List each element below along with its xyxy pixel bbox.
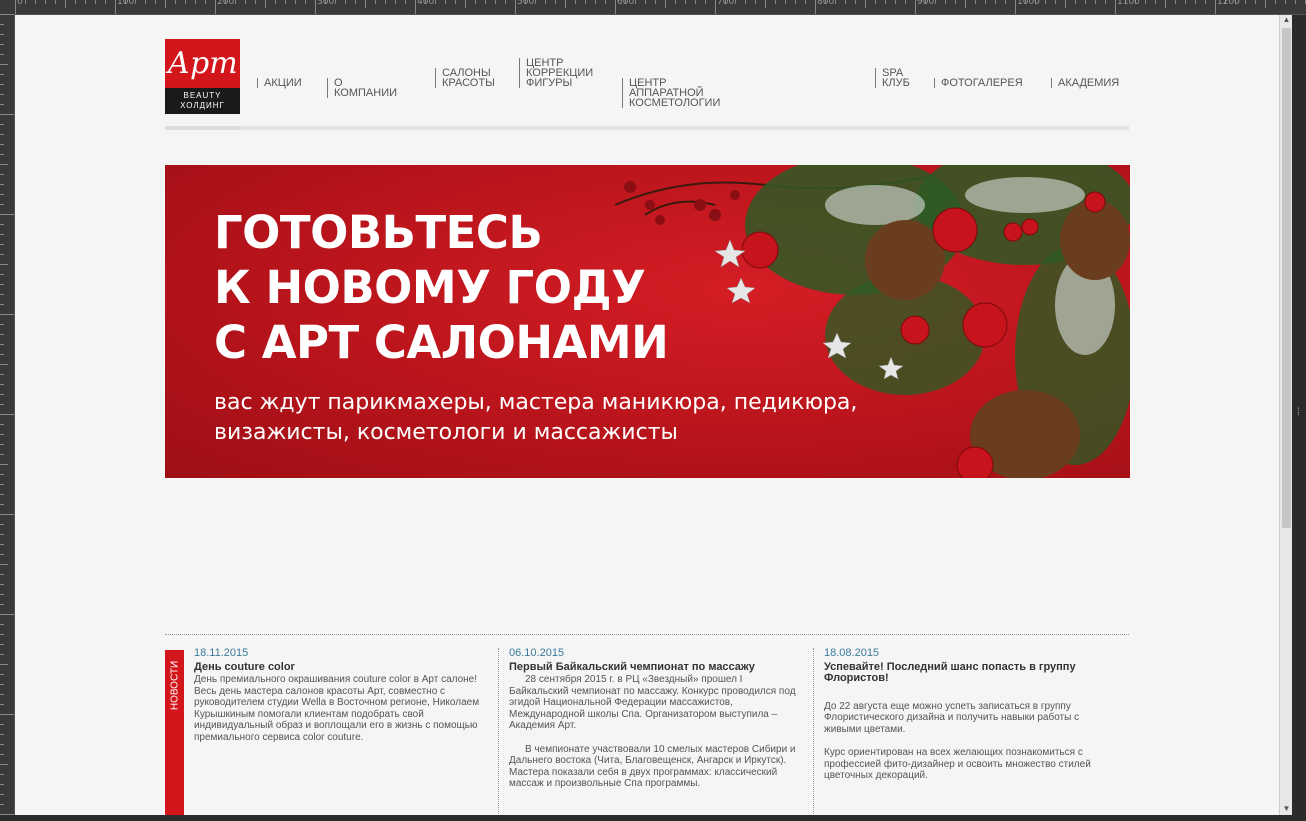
banner-headline-line-1: ГОТОВЬТЕСЬ xyxy=(214,206,543,259)
nav-item-cosmetology[interactable]: Центр аппаратной косметологии xyxy=(622,77,721,109)
bottom-strip xyxy=(0,815,1306,821)
banner-headline-line-2: К НОВОМУ ГОДУ xyxy=(214,261,646,314)
ruler-label: 500 xyxy=(517,0,535,7)
nav-label: О компании xyxy=(334,77,398,99)
banner-headline-line-3: С АРТ САЛОНАМИ xyxy=(214,316,669,369)
news-item: 18.08.2015 Успевайте! Последний шанс поп… xyxy=(824,647,1114,782)
logo-subtitle: BEAUTY ХОЛДИНГ xyxy=(165,88,240,114)
ruler-label: 100 xyxy=(117,0,135,7)
nav-item-salons[interactable]: Салоны красоты xyxy=(435,67,495,89)
news-title-link[interactable]: Первый Байкальский чемпионат по массажу xyxy=(509,661,799,674)
news-item: 18.11.2015 День couture color День преми… xyxy=(194,647,484,743)
ruler-label: 900 xyxy=(917,0,935,7)
ruler-label: 200 xyxy=(217,0,235,7)
ruler-label: 1100 xyxy=(1117,0,1140,7)
news-tab-label: НОВОСТИ xyxy=(169,660,181,711)
promo-banner[interactable]: ГОТОВЬТЕСЬ К НОВОМУ ГОДУ С АРТ САЛОНАМИ … xyxy=(165,165,1130,478)
nav-item-body-correction[interactable]: Центр коррекции фигуры xyxy=(519,57,594,89)
news-body: День премиального окрашивания couture co… xyxy=(194,674,480,743)
ruler-label: 800 xyxy=(817,0,835,7)
news-item: 06.10.2015 Первый Байкальский чемпионат … xyxy=(509,647,799,790)
news-divider xyxy=(165,634,1129,635)
ruler-label: 600 xyxy=(617,0,635,7)
news-body: 28 сентября 2015 г. в РЦ «Звездный» прош… xyxy=(509,674,796,731)
column-divider xyxy=(813,648,814,815)
nav-label: SPA клуб xyxy=(882,67,910,89)
news-body: До 22 августа еще можно успеть записатьс… xyxy=(824,700,1080,735)
ruler-label: 700 xyxy=(717,0,735,7)
nav-item-gallery[interactable]: Фотогалерея xyxy=(934,77,1023,89)
vertical-ruler xyxy=(0,14,15,821)
logo-brand-text: Арт xyxy=(165,39,240,88)
ruler-label: 1000 xyxy=(1017,0,1040,7)
banner-subtitle: вас ждут парикмахеры, мастера маникюра, … xyxy=(214,388,857,448)
news-date: 06.10.2015 xyxy=(509,647,565,659)
scroll-down-icon[interactable]: ▼ xyxy=(1282,804,1291,813)
page-viewport: Арт BEAUTY ХОЛДИНГ Акции О компании Сало… xyxy=(15,15,1279,815)
ruler-label: 300 xyxy=(317,0,335,7)
resize-grip-icon[interactable]: ⁞ xyxy=(1297,407,1300,418)
nav-label: Академия xyxy=(1058,77,1120,89)
news-body-2: Курс ориентирован на всех желающих позна… xyxy=(824,747,1091,781)
nav-divider xyxy=(165,126,1129,130)
banner-subtitle-line-2: визажисты, косметологи и массажисты xyxy=(214,420,678,445)
nav-item-academy[interactable]: Академия xyxy=(1051,77,1120,89)
nav-label: Акции xyxy=(264,77,302,89)
ruler-label: 0 xyxy=(17,0,23,7)
scrollbar-thumb[interactable] xyxy=(1282,28,1291,528)
nav-label: Центр аппаратной косметологии xyxy=(629,77,721,109)
news-tab[interactable]: НОВОСТИ xyxy=(165,650,184,815)
news-date: 18.11.2015 xyxy=(194,647,249,659)
nav-item-spa-club[interactable]: SPA клуб xyxy=(875,67,910,89)
news-date: 18.08.2015 xyxy=(824,647,880,659)
vertical-scrollbar[interactable]: ▲ ▼ xyxy=(1279,15,1293,815)
logo-line-1: BEAUTY xyxy=(183,91,222,100)
scroll-up-icon[interactable]: ▲ xyxy=(1282,15,1291,24)
nav-item-promotions[interactable]: Акции xyxy=(257,77,302,89)
news-title-link[interactable]: День couture color xyxy=(194,661,484,674)
banner-headline: ГОТОВЬТЕСЬ К НОВОМУ ГОДУ С АРТ САЛОНАМИ xyxy=(214,205,669,370)
side-panel-strip: ⁞ xyxy=(1292,15,1306,821)
banner-subtitle-line-1: вас ждут парикмахеры, мастера маникюра, … xyxy=(214,390,858,415)
news-title-link[interactable]: Успевайте! Последний шанс попасть в груп… xyxy=(824,661,1114,685)
nav-label: Салоны красоты xyxy=(442,67,495,89)
ruler-label: 400 xyxy=(417,0,435,7)
horizontal-ruler: 0 100 200 300 400 500 600 700 800 900 1000 1100 1200 xyxy=(0,0,1306,15)
news-body-2: В чемпионате участвовали 10 смелых масте… xyxy=(509,743,796,790)
column-divider xyxy=(498,648,499,815)
site-logo[interactable]: Арт BEAUTY ХОЛДИНГ xyxy=(165,39,240,114)
nav-label: Фотогалерея xyxy=(941,77,1023,89)
logo-line-2: ХОЛДИНГ xyxy=(180,101,225,110)
ruler-label: 1200 xyxy=(1217,0,1240,7)
nav-item-about[interactable]: О компании xyxy=(327,77,398,99)
nav-label: Центр коррекции фигуры xyxy=(526,57,594,89)
